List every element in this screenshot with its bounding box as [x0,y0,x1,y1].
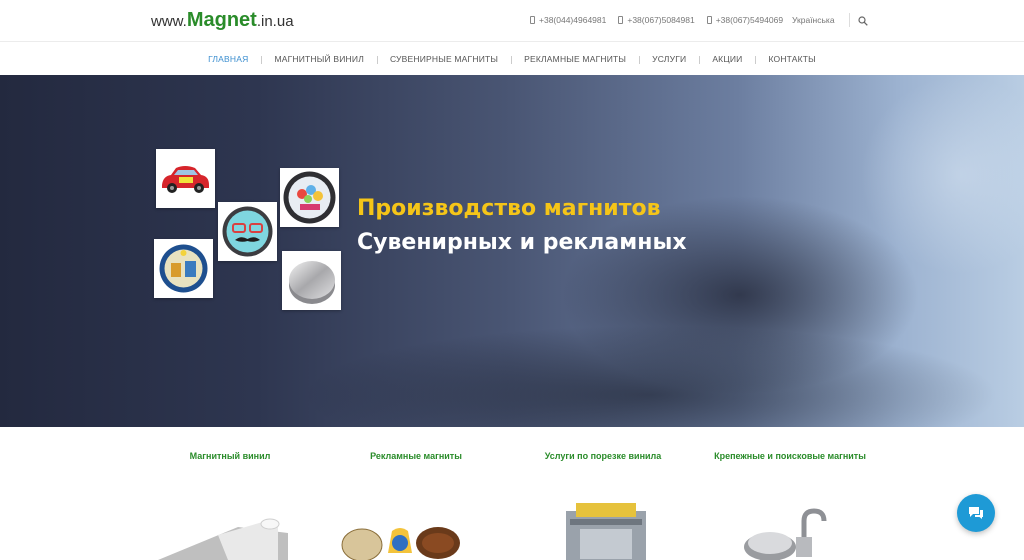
phone-icon [618,16,624,24]
team-badge-magnet-image [154,239,213,298]
category-title-magnetic-vinyl[interactable]: Магнитный винил [190,451,271,461]
nav-item-advertising-magnets[interactable]: РЕКЛАМНЫЕ МАГНИТЫ [511,54,639,64]
vinyl-cutting-machine-image[interactable] [556,501,656,560]
chat-button[interactable] [957,494,995,532]
hero-background-shape [300,325,1000,427]
phone-list: +38(044)4964981 +38(067)5084981 +38(067)… [530,15,783,25]
logo-prefix: www. [151,13,187,30]
logo-brand: Magnet [186,9,257,31]
neodymium-disc-magnet-image [282,251,341,310]
category-section: Магнитный винил Рекламные магниты Услуги… [0,427,1024,560]
nav-item-home[interactable]: ГЛАВНАЯ [195,54,261,64]
divider [849,13,850,27]
language-switch[interactable]: Українська [792,15,835,25]
category-title-mounting-magnets[interactable]: Крепежные и поисковые магниты [714,451,866,461]
nav-item-promotions[interactable]: АКЦИИ [699,54,755,64]
hero-title: Производство магнитов [357,196,661,221]
balloon-button-magnet-image [280,168,339,227]
nav-item-magnetic-vinyl[interactable]: МАГНИТНЫЙ ВИНИЛ [261,54,377,64]
hero-subtitle: Сувенирных и рекламных [357,230,687,255]
phone-number: +38(067)5084981 [627,15,695,25]
phone-number: +38(067)5494069 [715,15,784,25]
phone-icon [706,16,712,24]
logo-suffix: .in.ua [256,13,294,30]
nav-item-contacts[interactable]: КОНТАКТЫ [755,54,828,64]
hero-background-shape [860,75,1024,275]
category-title-advertising-magnets[interactable]: Рекламные магниты [370,451,462,461]
phone-icon [530,16,535,24]
hero-banner: Производство магнитов Сувенирных и рекла… [0,75,1024,427]
car-magnet-image [156,149,215,208]
phone-link-2[interactable]: +38(067)5084981 [618,15,695,25]
phone-link-1[interactable]: +38(044)4964981 [530,15,606,25]
phone-number: +38(044)4964981 [539,15,607,25]
top-bar: www.Magnet.in.ua +38(044)4964981 +38(067… [0,0,1024,42]
page: www.Magnet.in.ua +38(044)4964981 +38(067… [0,0,1024,560]
mustache-button-magnet-image [218,202,277,261]
site-logo[interactable]: www.Magnet.in.ua [151,9,294,32]
category-title-vinyl-cutting-services[interactable]: Услуги по порезке винила [545,451,662,461]
chat-icon [969,507,983,519]
main-nav: ГЛАВНАЯ МАГНИТНЫЙ ВИНИЛ СУВЕНИРНЫЕ МАГНИ… [0,42,1024,75]
nav-item-souvenir-magnets[interactable]: СУВЕНИРНЫЕ МАГНИТЫ [377,54,511,64]
vinyl-roll-image[interactable] [158,515,288,560]
phone-link-3[interactable]: +38(067)5494069 [706,15,784,25]
advertising-magnets-image[interactable] [340,523,460,560]
search-icon[interactable] [858,16,868,26]
nav-item-services[interactable]: УСЛУГИ [639,54,699,64]
hook-magnets-image[interactable] [732,507,842,560]
